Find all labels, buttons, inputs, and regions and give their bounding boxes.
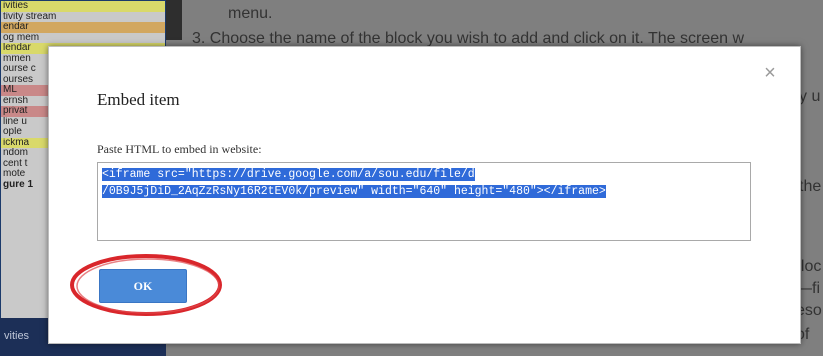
sidebar-item: tivity stream: [3, 11, 57, 22]
sidebar-item: ivities: [1, 1, 165, 12]
background-scrollbar: [166, 0, 182, 40]
close-icon[interactable]: ×: [759, 62, 781, 84]
background-doc-line: menu.: [228, 5, 273, 22]
screen: ivities tivity stream endar og mem lendar mme…: [0, 0, 823, 356]
background-doc-fragment: y u: [799, 88, 821, 105]
bottom-bar-label: vities: [4, 330, 30, 342]
background-doc-fragment: the: [799, 178, 822, 195]
embed-code-line: <iframe src="https://drive.google.com/a/…: [102, 168, 475, 181]
ok-button[interactable]: OK: [99, 269, 187, 303]
dialog-title: Embed item: [97, 90, 180, 109]
embed-code-line: /0B9J5jDiD_2AqZzRsNy16R2tEV0k/preview" w…: [102, 185, 606, 198]
sidebar-item: og mem: [3, 32, 40, 43]
embed-item-dialog: × Embed item Paste HTML to embed in webs…: [48, 46, 801, 344]
embed-html-textarea[interactable]: <iframe src="https://drive.google.com/a/…: [97, 162, 751, 241]
embed-field-label: Paste HTML to embed in website:: [97, 142, 262, 156]
sidebar-item: endar: [1, 22, 165, 33]
